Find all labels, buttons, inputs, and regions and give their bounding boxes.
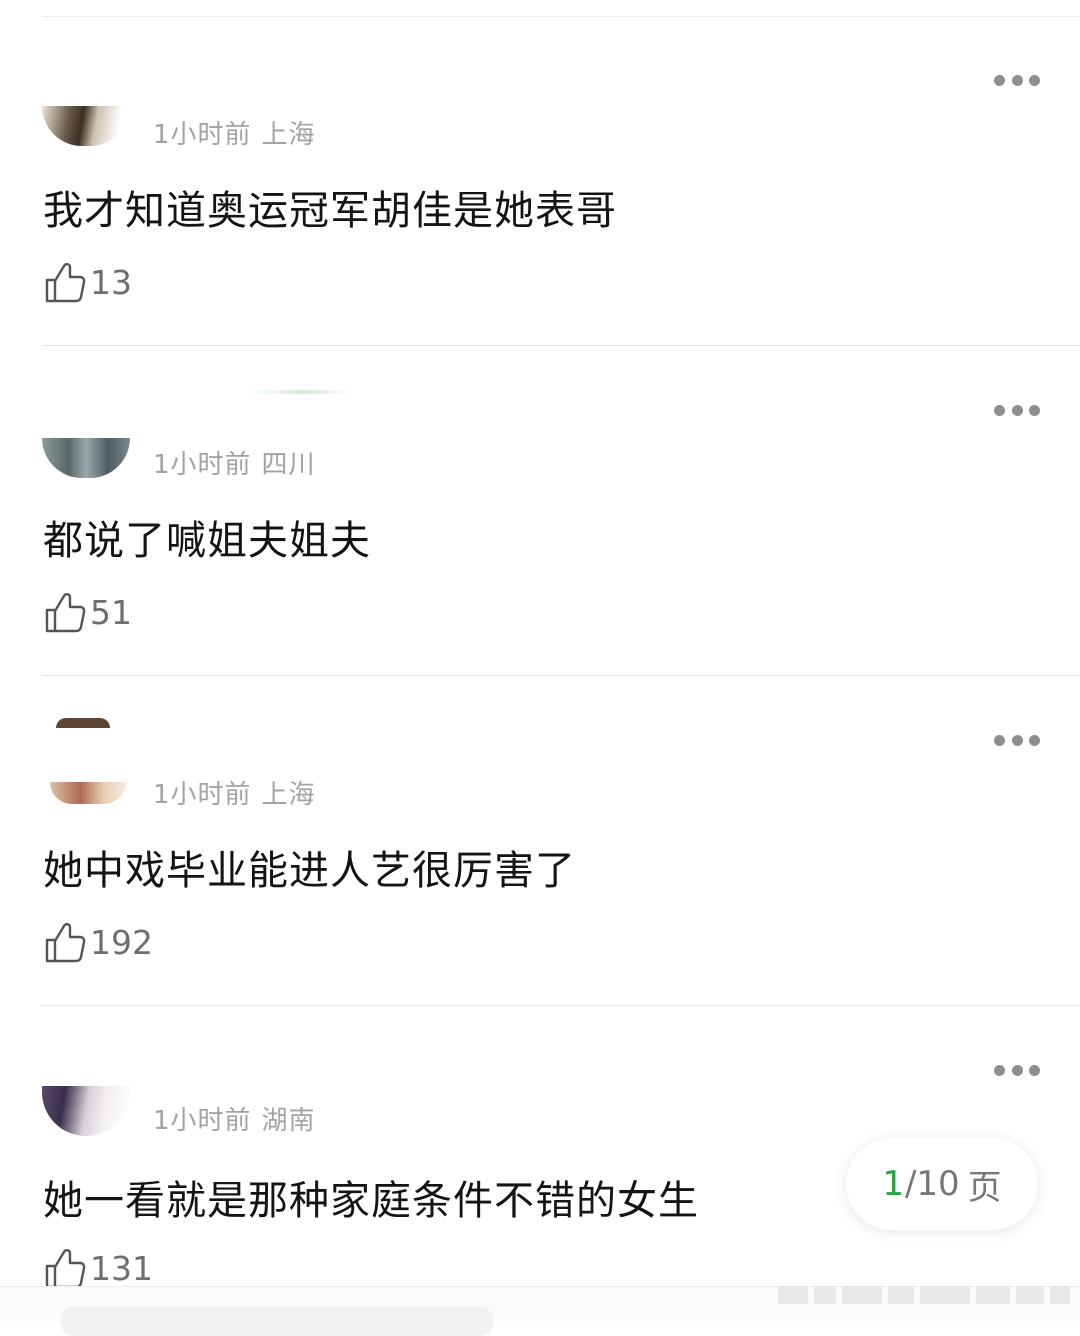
comment-meta: 1小时前 湖南: [153, 1100, 316, 1137]
avatar[interactable]: [56, 718, 110, 728]
comment-time: 1小时前: [153, 780, 252, 810]
avatar-lower: [50, 782, 126, 804]
thumbs-up-icon: [45, 923, 86, 963]
more-icon: [994, 1064, 1005, 1076]
comment-item: 1小时前 四川 都说了喊姐夫姐夫 51: [0, 346, 1080, 676]
like-button[interactable]: 131: [44, 1246, 153, 1290]
page-indicator[interactable]: 1/10 页: [846, 1138, 1038, 1230]
comment-meta: 1小时前 上海: [153, 774, 316, 811]
like-button[interactable]: 192: [44, 920, 153, 964]
comment-item: 1小时前 上海 她中戏毕业能进人艺很厉害了 192: [0, 676, 1080, 1006]
comment-text: 都说了喊姐夫姐夫: [43, 518, 371, 564]
more-icon: [994, 74, 1005, 86]
comment-meta: 1小时前 上海: [153, 114, 316, 151]
watermark: [778, 1282, 1070, 1308]
thumbs-up-icon: [45, 263, 86, 303]
comment-location: 上海: [261, 780, 316, 810]
comment-text: 我才知道奥运冠军胡佳是她表哥: [43, 188, 617, 234]
thumbs-up-icon: [45, 593, 86, 633]
comment-time: 1小时前: [153, 450, 252, 480]
total-pages: /10: [904, 1164, 960, 1204]
avatar[interactable]: [42, 438, 130, 478]
comment-text: 她一看就是那种家庭条件不错的女生: [43, 1178, 699, 1224]
comment-time: 1小时前: [153, 120, 252, 150]
avatar[interactable]: [42, 106, 130, 146]
like-count: 13: [90, 262, 132, 302]
bottom-input-pill[interactable]: [60, 1306, 494, 1336]
like-count: 192: [90, 922, 153, 962]
more-icon: [994, 404, 1005, 416]
thumbs-up-icon: [45, 1249, 86, 1289]
current-page: 1: [882, 1164, 904, 1204]
like-button[interactable]: 51: [44, 590, 132, 634]
like-button[interactable]: 13: [44, 260, 132, 304]
page-unit: 页: [967, 1167, 1002, 1208]
like-count: 131: [90, 1248, 153, 1288]
avatar[interactable]: [42, 1086, 130, 1136]
more-options-button[interactable]: [994, 1064, 1040, 1076]
more-options-button[interactable]: [994, 734, 1040, 746]
comment-location: 湖南: [261, 1106, 316, 1136]
comment-meta: 1小时前 四川: [153, 444, 316, 481]
more-options-button[interactable]: [994, 74, 1040, 86]
comment-text: 她中戏毕业能进人艺很厉害了: [43, 848, 576, 894]
more-icon: [994, 734, 1005, 746]
comment-item: 1小时前 上海 我才知道奥运冠军胡佳是她表哥 13: [0, 16, 1080, 346]
comment-location: 四川: [261, 450, 316, 480]
more-options-button[interactable]: [994, 404, 1040, 416]
like-count: 51: [90, 592, 132, 632]
comment-time: 1小时前: [153, 1106, 252, 1136]
comment-location: 上海: [261, 120, 316, 150]
